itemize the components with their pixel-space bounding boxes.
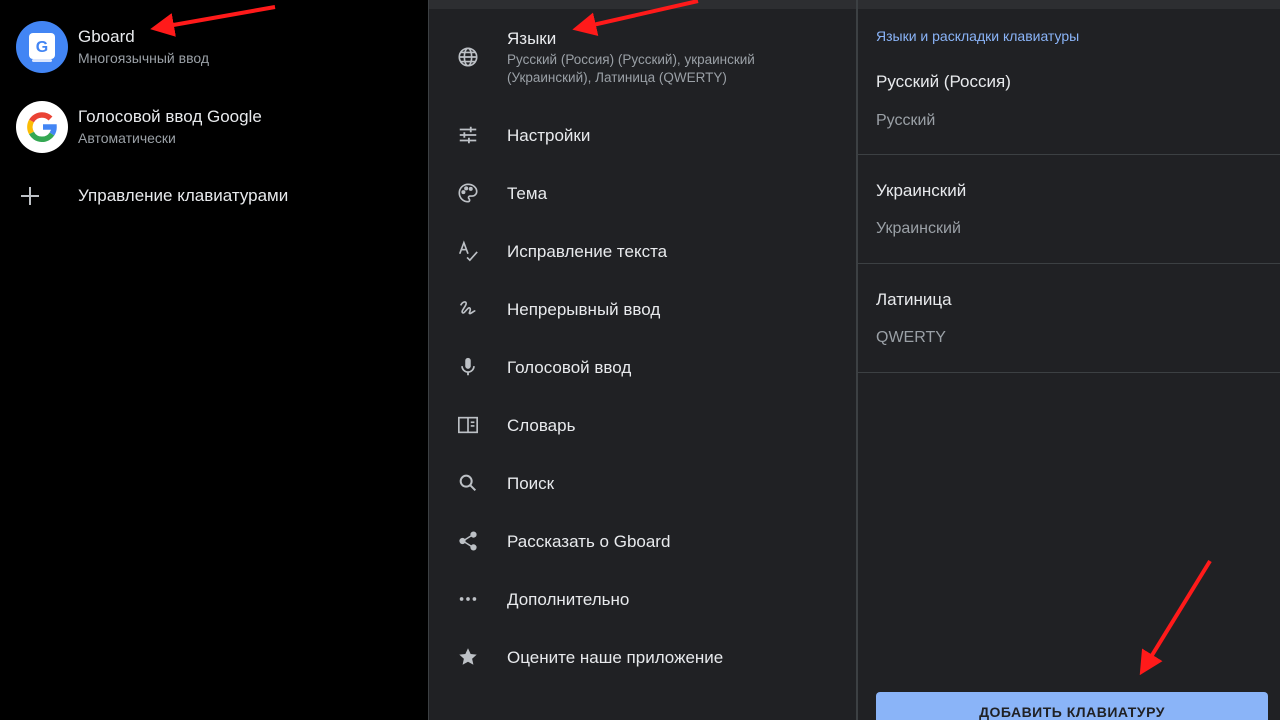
menu-item-languages[interactable]: Языки Русский (Россия) (Русский), украин… xyxy=(429,26,855,90)
sliders-icon xyxy=(455,122,481,148)
language-name: Украинский xyxy=(876,181,967,200)
keyboard-item-google-voice[interactable]: Голосовой ввод Google Автоматически xyxy=(16,100,412,154)
globe-icon xyxy=(455,44,481,70)
menu-label: Дополнительно xyxy=(507,590,630,609)
add-keyboard-button[interactable]: ДОБАВИТЬ КЛАВИАТУРУ xyxy=(876,692,1268,720)
menu-label: Рассказать о Gboard xyxy=(507,532,671,551)
menu-item-search[interactable]: Поиск xyxy=(429,466,855,500)
plus-icon xyxy=(16,182,44,210)
menu-label: Голосовой ввод xyxy=(507,358,632,377)
keyboard-subtitle: Многоязычный ввод xyxy=(78,50,209,66)
menu-label: Непрерывный ввод xyxy=(507,300,661,319)
section-title: Языки и раскладки клавиатуры xyxy=(876,28,1080,44)
manage-keyboards-button[interactable]: Управление клавиатурами xyxy=(16,178,412,214)
language-row-russian[interactable]: Русский (Россия) Русский xyxy=(858,60,1280,155)
gesture-icon xyxy=(455,296,481,322)
menu-item-text-correction[interactable]: Исправление текста xyxy=(429,234,855,268)
manage-keyboards-label: Управление клавиатурами xyxy=(78,186,289,205)
language-layout: Русский xyxy=(876,112,936,129)
search-icon xyxy=(455,470,481,496)
language-row-latin[interactable]: Латиница QWERTY xyxy=(858,264,1280,373)
menu-item-dictionary[interactable]: Словарь xyxy=(429,408,855,442)
menu-item-share[interactable]: Рассказать о Gboard xyxy=(429,524,855,558)
menu-item-advanced[interactable]: Дополнительно xyxy=(429,582,855,616)
star-icon xyxy=(455,644,481,670)
menu-label: Настройки xyxy=(507,126,591,145)
menu-label: Языки xyxy=(507,29,557,48)
more-horiz-icon xyxy=(455,586,481,612)
languages-panel: Языки и раскладки клавиатуры Русский (Ро… xyxy=(856,0,1280,720)
menu-item-settings[interactable]: Настройки xyxy=(429,118,855,152)
menu-subtitle: Русский (Россия) (Русский), украинский (… xyxy=(507,52,755,85)
svg-text:G: G xyxy=(36,39,48,56)
menu-label: Исправление текста xyxy=(507,242,668,261)
menu-item-gesture-typing[interactable]: Непрерывный ввод xyxy=(429,292,855,326)
mic-icon xyxy=(455,354,481,380)
gboard-icon: G xyxy=(16,21,68,73)
keyboard-title: Голосовой ввод Google xyxy=(78,107,262,126)
menu-label: Поиск xyxy=(507,474,555,493)
menu-label: Словарь xyxy=(507,416,576,435)
top-bar xyxy=(858,0,1280,9)
menu-label: Оцените наше приложение xyxy=(507,648,724,667)
keyboard-title: Gboard xyxy=(78,27,135,46)
spellcheck-icon xyxy=(455,238,481,264)
top-bar xyxy=(429,0,856,9)
gboard-settings-panel: Языки Русский (Россия) (Русский), украин… xyxy=(428,0,856,720)
keyboard-list-panel: G Gboard Многоязычный ввод Голосовой вво… xyxy=(0,0,428,720)
keyboard-item-gboard[interactable]: G Gboard Многоязычный ввод xyxy=(16,20,412,74)
palette-icon xyxy=(455,180,481,206)
dictionary-icon xyxy=(455,412,481,438)
menu-item-theme[interactable]: Тема xyxy=(429,176,855,210)
google-g-icon xyxy=(16,101,68,153)
language-layout: QWERTY xyxy=(876,329,946,346)
language-name: Латиница xyxy=(876,290,952,309)
keyboard-subtitle: Автоматически xyxy=(78,130,176,146)
language-name: Русский (Россия) xyxy=(876,72,1011,91)
menu-label: Тема xyxy=(507,184,548,203)
language-row-ukrainian[interactable]: Украинский Украинский xyxy=(858,155,1280,264)
language-layout: Украинский xyxy=(876,220,961,237)
menu-item-voice-input[interactable]: Голосовой ввод xyxy=(429,350,855,384)
share-icon xyxy=(455,528,481,554)
menu-item-rate-app[interactable]: Оцените наше приложение xyxy=(429,640,855,674)
